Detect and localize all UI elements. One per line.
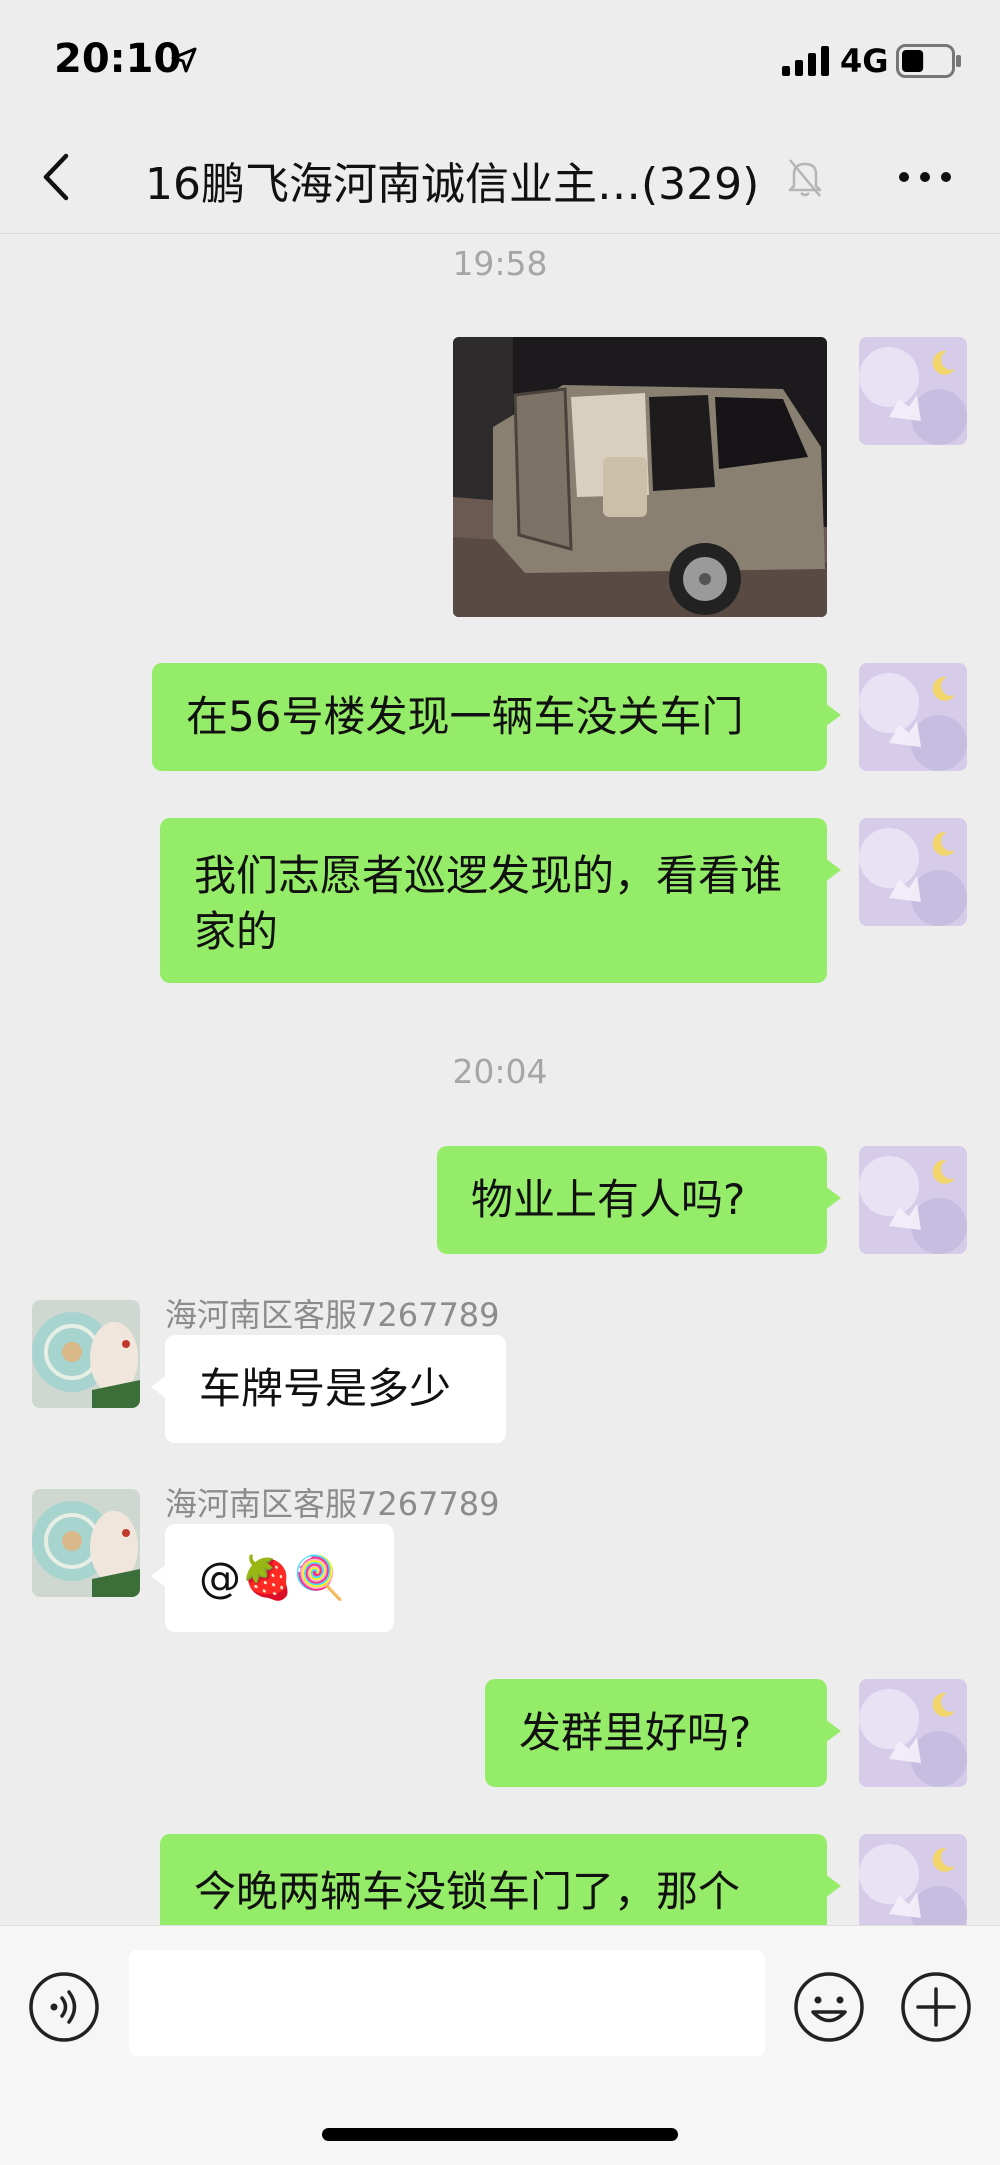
- back-chevron-icon[interactable]: [34, 150, 78, 204]
- avatar-image: [859, 818, 967, 926]
- outgoing-message[interactable]: 物业上有人吗?: [437, 1146, 841, 1254]
- status-time: 20:10: [54, 36, 182, 82]
- sender-avatar[interactable]: [32, 1300, 140, 1408]
- incoming-message[interactable]: @🍓🍭: [151, 1524, 394, 1632]
- chat-title[interactable]: 16鹏飞海河南诚信业主…(329): [145, 148, 759, 212]
- emoji-icon[interactable]: [793, 1971, 865, 2043]
- avatar-image: [859, 663, 967, 771]
- avatar-image: [32, 1489, 140, 1597]
- my-avatar[interactable]: [859, 1679, 967, 1787]
- sender-name: 海河南区客服7267789: [165, 1296, 500, 1334]
- message-text: 发群里好吗?: [519, 1708, 752, 1757]
- avatar-image: [859, 337, 967, 445]
- outgoing-message[interactable]: 我们志愿者巡逻发现的，看看谁家的: [160, 818, 841, 983]
- network-type: 4G: [840, 42, 889, 80]
- my-avatar[interactable]: [859, 337, 967, 445]
- chat-header: 16鹏飞海河南诚信业主…(329): [0, 120, 1000, 234]
- more-options-icon[interactable]: [898, 166, 952, 188]
- mute-bell-icon: [788, 159, 822, 197]
- add-icon[interactable]: [900, 1971, 972, 2043]
- avatar-image: [32, 1300, 140, 1408]
- message-text: 车牌号是多少: [199, 1364, 452, 1413]
- home-indicator: [322, 2128, 678, 2141]
- sender-avatar[interactable]: [32, 1489, 140, 1597]
- car-photo-message[interactable]: [453, 337, 827, 617]
- message-text: 物业上有人吗?: [471, 1175, 746, 1224]
- battery-icon: [896, 44, 961, 78]
- status-bar: 20:10 4G: [0, 0, 1000, 120]
- my-avatar[interactable]: [859, 1146, 967, 1254]
- avatar-image: [859, 1679, 967, 1787]
- sender-name: 海河南区客服7267789: [165, 1485, 500, 1523]
- signal-icon: [782, 46, 829, 76]
- time-divider: 19:58: [452, 244, 548, 283]
- outgoing-message[interactable]: 发群里好吗?: [485, 1679, 841, 1787]
- message-text: @🍓🍭: [199, 1553, 346, 1602]
- location-arrow-icon: [171, 47, 197, 73]
- message-text: 我们志愿者巡逻发现的，看看谁家的: [194, 851, 783, 956]
- message-text: 今晚两辆车没锁车门了，那个: [194, 1867, 741, 1916]
- message-input[interactable]: [129, 1950, 765, 2056]
- voice-input-icon[interactable]: [28, 1971, 100, 2043]
- time-divider: 20:04: [452, 1052, 548, 1091]
- my-avatar[interactable]: [859, 818, 967, 926]
- outgoing-message[interactable]: 在56号楼发现一辆车没关车门: [152, 663, 841, 771]
- avatar-image: [859, 1146, 967, 1254]
- my-avatar[interactable]: [859, 663, 967, 771]
- message-text: 在56号楼发现一辆车没关车门: [186, 692, 744, 741]
- incoming-message[interactable]: 车牌号是多少: [151, 1335, 506, 1443]
